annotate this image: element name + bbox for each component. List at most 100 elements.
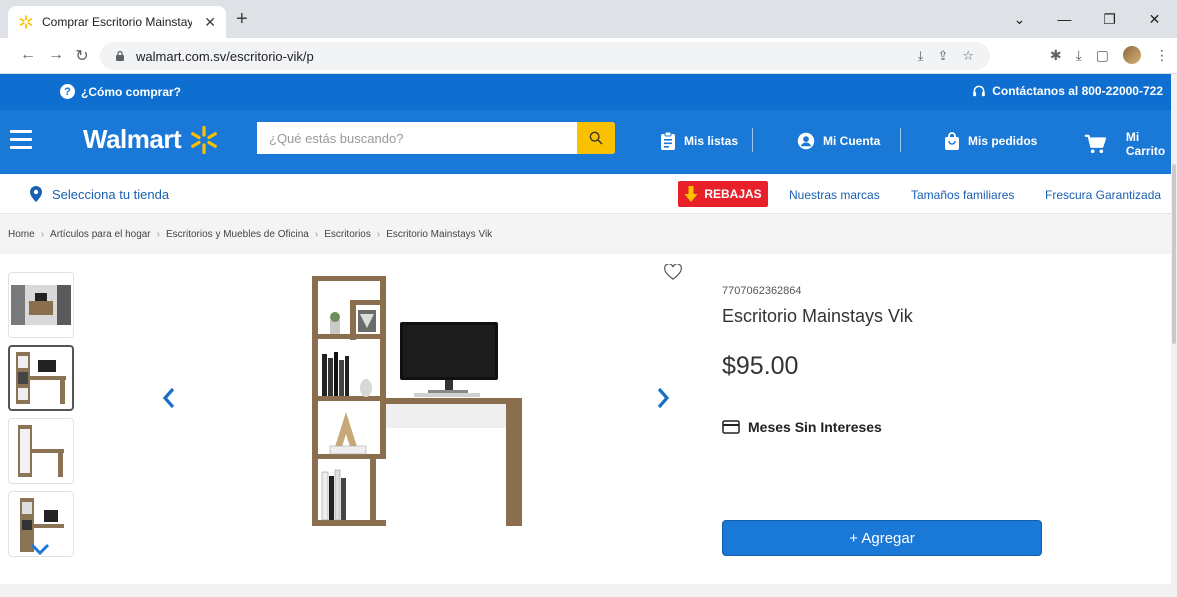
- breadcrumb-chevron-icon: ›: [376, 228, 381, 240]
- next-image-chevron-icon[interactable]: [656, 387, 670, 409]
- product-section: 7707062362864 Escritorio Mainstays Vik $…: [0, 254, 1177, 584]
- question-icon: ?: [60, 84, 75, 99]
- previous-image-chevron-icon[interactable]: [162, 387, 176, 409]
- down-arrow-icon: [684, 186, 698, 202]
- shopping-bag-icon: [945, 132, 959, 150]
- page-footer-strip: [0, 584, 1177, 597]
- breadcrumb-chevron-icon: ›: [156, 228, 160, 240]
- breadcrumb-current: Escritorio Mainstays Vik: [386, 228, 493, 240]
- top-info-strip: ? ¿Cómo comprar? Contáctanos al 800-2200…: [0, 74, 1177, 110]
- product-thumbnail[interactable]: [8, 272, 74, 338]
- url-text: walmart.com.sv/escritorio-vik/p: [136, 48, 314, 64]
- walmart-spark-favicon-icon: [18, 14, 34, 30]
- main-header: Walmart Mis listas Mi Cuenta Mis pedidos…: [0, 110, 1177, 174]
- shopping-cart-icon: [1084, 134, 1106, 154]
- logo-text: Walmart: [83, 124, 182, 154]
- family-sizes-link[interactable]: Tamaños familiares: [911, 188, 1014, 202]
- product-sku: 7707062362864: [722, 285, 802, 297]
- installments-label: Meses Sin Intereses: [748, 419, 882, 435]
- tab-close-icon[interactable]: ✕: [204, 14, 216, 31]
- search-box: [257, 122, 615, 154]
- share-icon[interactable]: ⇪: [937, 48, 948, 64]
- window-controls: ⌄ — ❐ ✕: [997, 0, 1177, 38]
- product-thumbnail[interactable]: [8, 418, 74, 484]
- select-store-link[interactable]: Selecciona tu tienda: [30, 186, 169, 202]
- breadcrumb-item[interactable]: Home: [8, 229, 35, 240]
- my-orders-label: Mis pedidos: [968, 134, 1038, 148]
- my-cart-label: Mi Carrito: [1125, 130, 1166, 158]
- browser-tabbar: Comprar Escritorio Mainstays Vik ✕ + ⌄ —…: [0, 0, 1177, 38]
- lock-icon: [116, 50, 124, 61]
- user-account-icon: [797, 132, 815, 150]
- product-price: $95.00: [722, 352, 799, 380]
- scrollbar-thumb[interactable]: [1172, 164, 1176, 344]
- chrome-menu-icon[interactable]: ⋮: [1155, 47, 1169, 64]
- sale-button[interactable]: REBAJAS: [678, 181, 768, 207]
- thumbnail-gallery: [8, 272, 76, 562]
- breadcrumb-chevron-icon: ›: [40, 228, 45, 240]
- installments-info: Meses Sin Intereses: [722, 419, 882, 435]
- contact-label: Contáctanos al 800-22000-722: [992, 84, 1163, 98]
- room-photo-thumbnail: [11, 285, 71, 325]
- install-app-icon[interactable]: ⤓: [918, 48, 924, 64]
- bookmark-star-icon[interactable]: ☆: [962, 48, 974, 64]
- select-store-label: Selecciona tu tienda: [52, 186, 170, 202]
- product-main-image: [312, 276, 522, 526]
- extensions-puzzle-icon[interactable]: ✱: [1050, 47, 1062, 64]
- window-close-icon[interactable]: ✕: [1132, 0, 1177, 38]
- add-to-cart-button[interactable]: + Agregar: [722, 520, 1042, 556]
- sale-label: REBAJAS: [704, 187, 762, 201]
- search-input[interactable]: [257, 122, 577, 154]
- contact-link[interactable]: Contáctanos al 800-22000-722: [972, 84, 1163, 98]
- profile-avatar[interactable]: [1123, 46, 1141, 64]
- walmart-logo[interactable]: Walmart: [83, 124, 219, 155]
- new-tab-icon[interactable]: +: [236, 9, 248, 29]
- menu-hamburger-icon[interactable]: [10, 130, 32, 154]
- sub-navigation: Selecciona tu tienda REBAJAS Nuestras ma…: [0, 174, 1177, 214]
- browser-tab[interactable]: Comprar Escritorio Mainstays Vik ✕: [8, 6, 226, 38]
- freshness-link[interactable]: Frescura Garantizada: [1045, 188, 1161, 202]
- how-to-buy-link[interactable]: ? ¿Cómo comprar?: [60, 84, 181, 99]
- our-brands-link[interactable]: Nuestras marcas: [789, 188, 880, 202]
- my-orders-link[interactable]: Mis pedidos: [944, 132, 1037, 150]
- address-bar[interactable]: walmart.com.sv/escritorio-vik/p ⤓ ⇪ ☆: [100, 42, 990, 70]
- breadcrumb-item[interactable]: Artículos para el hogar: [50, 229, 151, 240]
- forward-arrow-icon[interactable]: →: [46, 46, 66, 64]
- headset-icon: [973, 85, 986, 97]
- how-to-buy-label: ¿Cómo comprar?: [81, 84, 182, 99]
- desk-outline-thumbnail: [18, 425, 64, 477]
- my-cart-link[interactable]: Mi Carrito: [1084, 130, 1177, 158]
- search-button[interactable]: [577, 122, 615, 154]
- credit-card-icon: [722, 420, 740, 434]
- search-icon: [589, 131, 603, 145]
- product-title: Escritorio Mainstays Vik: [722, 306, 913, 326]
- downloads-icon[interactable]: ⤓: [1076, 47, 1082, 64]
- breadcrumb-item[interactable]: Escritorios: [324, 229, 371, 240]
- omnibox-actions: ⤓ ⇪ ☆: [918, 42, 974, 70]
- page-scrollbar[interactable]: [1171, 74, 1177, 597]
- my-account-link[interactable]: Mi Cuenta: [797, 132, 880, 150]
- walmart-spark-icon: [191, 125, 217, 154]
- extension-icons: ✱ ⤓ ▢ ⋮: [1050, 46, 1169, 64]
- clipboard-list-icon: [661, 132, 675, 150]
- restore-icon[interactable]: ❐: [1087, 0, 1132, 38]
- breadcrumb-chevron-icon: ›: [314, 228, 319, 240]
- breadcrumb-item[interactable]: Escritorios y Muebles de Oficina: [166, 229, 309, 240]
- header-divider: [752, 128, 753, 152]
- back-arrow-icon[interactable]: ←: [18, 46, 38, 64]
- location-pin-icon: [30, 186, 42, 202]
- product-thumbnail-selected[interactable]: [8, 345, 74, 411]
- breadcrumb: Home › Artículos para el hogar › Escrito…: [0, 214, 1177, 254]
- minimize-icon[interactable]: —: [1042, 0, 1087, 38]
- tab-search-icon[interactable]: ⌄: [997, 0, 1042, 38]
- header-divider: [900, 128, 901, 152]
- reload-icon[interactable]: ↻: [72, 46, 92, 66]
- my-lists-link[interactable]: Mis listas: [660, 132, 738, 150]
- tab-title: Comprar Escritorio Mainstays Vik: [42, 15, 192, 29]
- desk-thumbnail: [16, 352, 66, 404]
- my-lists-label: Mis listas: [684, 134, 739, 148]
- my-account-label: Mi Cuenta: [823, 134, 881, 148]
- favorite-heart-icon[interactable]: [664, 264, 682, 280]
- thumbnails-down-chevron-icon[interactable]: [30, 542, 50, 556]
- side-panel-icon[interactable]: ▢: [1096, 47, 1109, 64]
